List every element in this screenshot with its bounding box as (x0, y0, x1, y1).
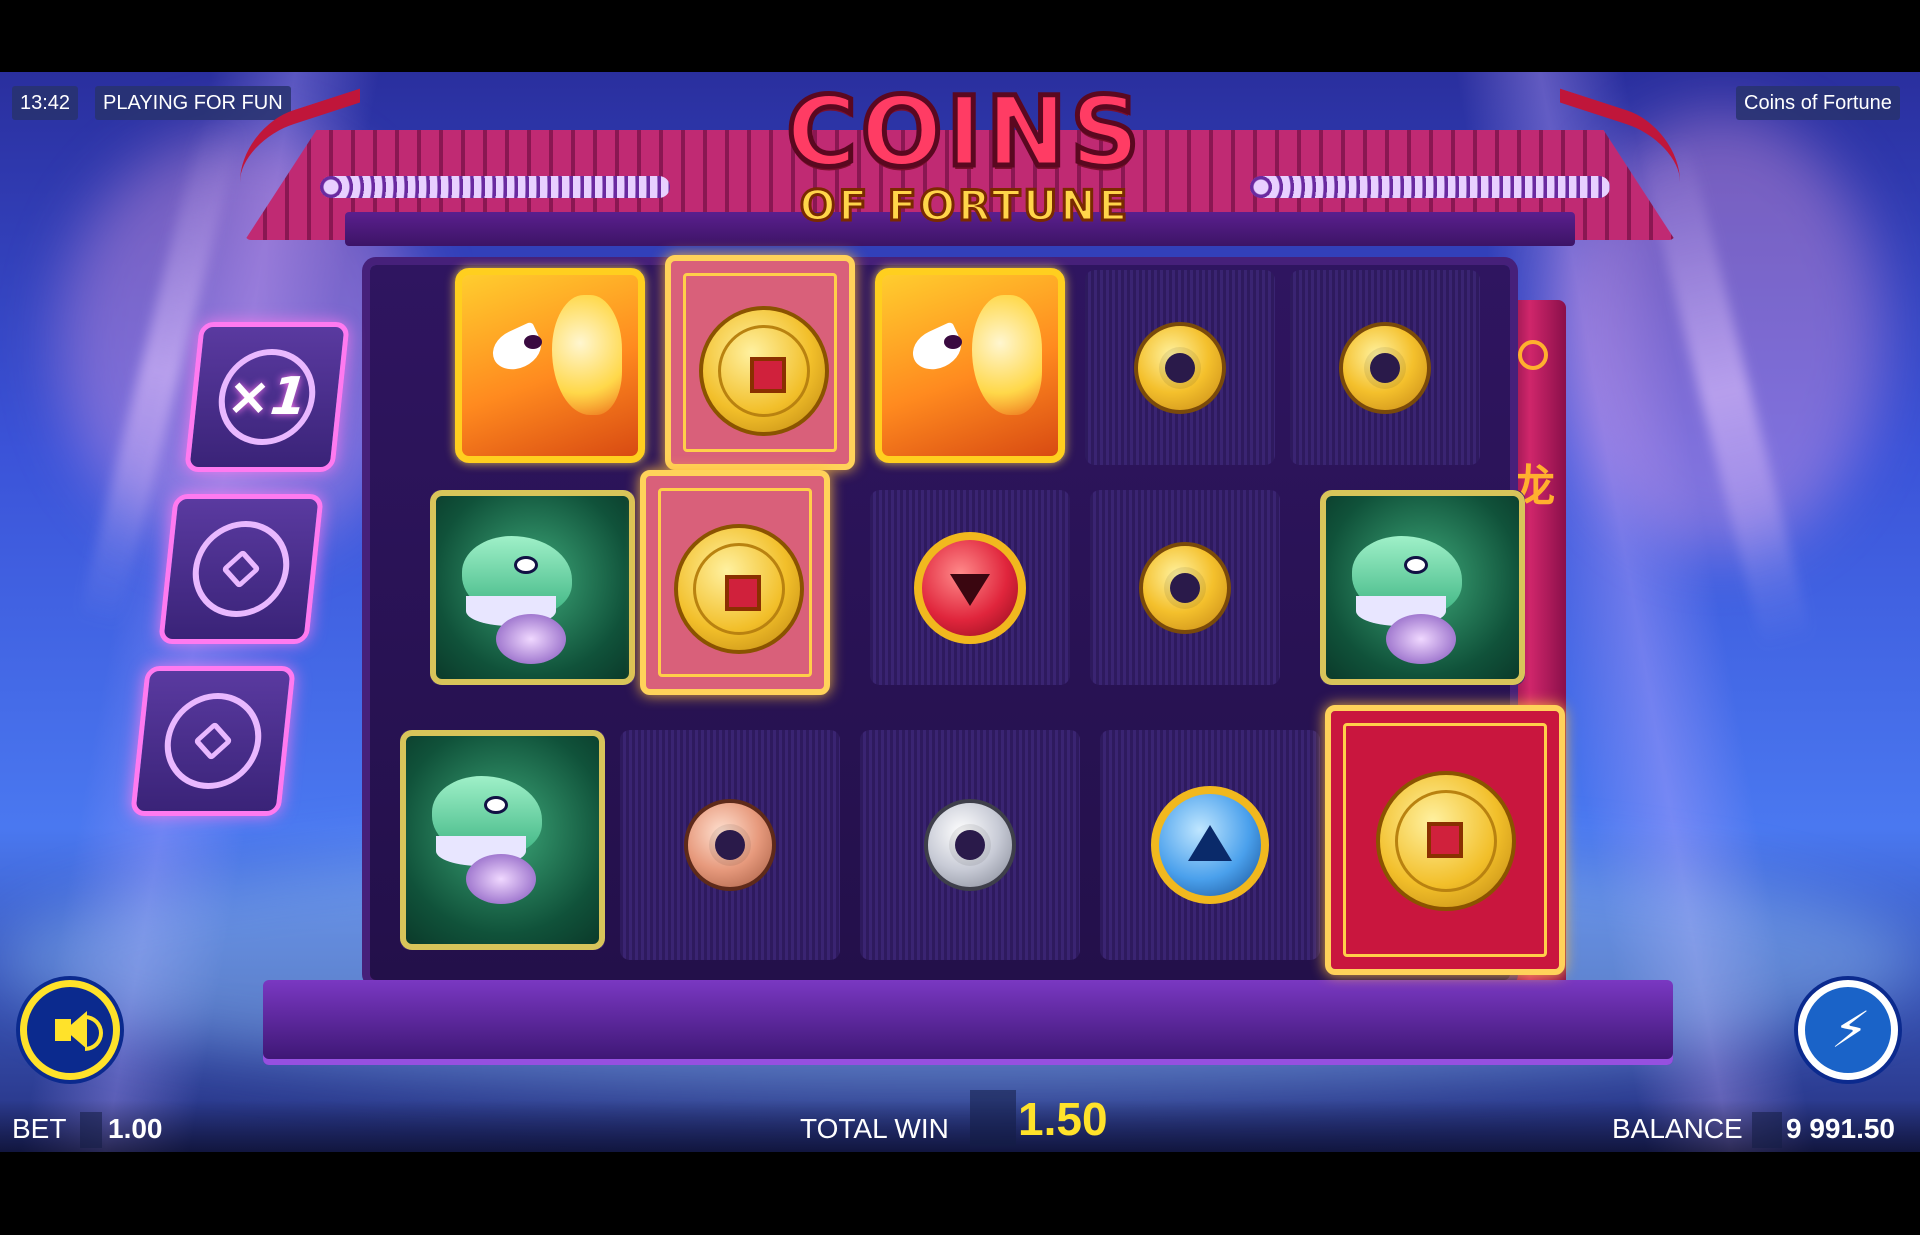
blue-coin-icon (1151, 786, 1269, 904)
fortune-coin-icon (699, 306, 829, 436)
game-title-label: Coins of Fortune (1736, 86, 1900, 120)
reel-cell (1290, 270, 1480, 465)
coin-card-symbol (1325, 705, 1565, 975)
multiplier-slot-1: ×1 (184, 322, 350, 472)
turbo-button[interactable]: ⚡ (1798, 980, 1898, 1080)
dragon-eye (1404, 556, 1428, 574)
reel-cell (430, 490, 635, 685)
reel-cell (1085, 270, 1275, 465)
reel-cell (455, 268, 645, 463)
coin-hole (955, 830, 985, 860)
bet-value[interactable]: 1.00 (108, 1110, 163, 1148)
red-coin-icon (914, 531, 1026, 644)
dragon-symbol (430, 490, 635, 685)
coin-hole (1370, 352, 1400, 383)
coin-hole (715, 830, 745, 860)
fortune-coin-icon (1376, 771, 1516, 911)
phoenix-beak (486, 321, 548, 377)
reel-cell (1325, 705, 1565, 975)
dragon-eye (484, 796, 508, 814)
bronze-coin-icon (684, 799, 776, 891)
reel-cell (1090, 490, 1280, 685)
speaker-icon (65, 1011, 87, 1049)
fortune-coin-icon (674, 524, 804, 654)
lightning-icon: ⚡ (1828, 1001, 1873, 1059)
reel-cell (870, 490, 1070, 685)
reel-cell (400, 730, 605, 950)
temple-base (263, 980, 1673, 1065)
game-logo: COINS OF FORTUNE (675, 76, 1255, 256)
pillar-ornament (1518, 340, 1548, 370)
phoenix-feather (972, 295, 1042, 415)
bar-divider (970, 1090, 1016, 1146)
phoenix-eye (524, 335, 542, 349)
gold-coin-icon (1134, 321, 1226, 414)
reel-cell (640, 470, 830, 695)
multiplier-value: ×1 (223, 367, 311, 427)
roof-ornament (1250, 176, 1610, 198)
bar-divider (1752, 1112, 1782, 1148)
triangle-down-icon (950, 573, 990, 606)
coin-card-symbol (640, 470, 830, 695)
sound-toggle-button[interactable] (20, 980, 120, 1080)
sound-wave-icon (85, 1015, 103, 1051)
play-mode-label: PLAYING FOR FUN (95, 86, 291, 120)
coin-card-symbol (665, 255, 855, 470)
phoenix-eye (944, 335, 962, 349)
triangle-up-icon (1188, 825, 1232, 861)
reel-cell (875, 268, 1065, 463)
silver-coin-icon (924, 799, 1016, 891)
coin-hole (1165, 352, 1195, 383)
dragon-beard (496, 614, 566, 664)
reel-cell (620, 730, 840, 960)
total-win-label: TOTAL WIN (800, 1113, 949, 1144)
bet-label: BET (12, 1113, 67, 1144)
multiplier-slot-3 (130, 666, 296, 816)
phoenix-symbol (455, 268, 645, 463)
dragon-symbol (1320, 490, 1525, 685)
clock: 13:42 (12, 86, 79, 120)
reel-cell (860, 730, 1080, 960)
logo-subtitle: OF FORTUNE (798, 180, 1131, 231)
reel-cell (1100, 730, 1320, 960)
phoenix-symbol (875, 268, 1065, 463)
dragon-eye (514, 556, 538, 574)
bar-divider (80, 1112, 102, 1148)
balance-value: 9 991.50 (1786, 1113, 1895, 1144)
balance-label: BALANCE (1612, 1113, 1743, 1144)
coin-hole (1170, 572, 1200, 603)
dragon-beard (1386, 614, 1456, 664)
dragon-beard (466, 854, 536, 904)
total-win-value: 1.50 (1018, 1093, 1108, 1145)
roof-ornament (320, 176, 670, 198)
phoenix-beak (906, 321, 968, 377)
reel-cell (1320, 490, 1525, 685)
gold-coin-icon (1139, 541, 1231, 634)
gold-coin-icon (1339, 321, 1431, 414)
reel-cell (665, 255, 855, 470)
multiplier-slot-2 (158, 494, 324, 644)
phoenix-feather (552, 295, 622, 415)
dragon-symbol (400, 730, 605, 950)
logo-title: COINS (784, 76, 1144, 189)
